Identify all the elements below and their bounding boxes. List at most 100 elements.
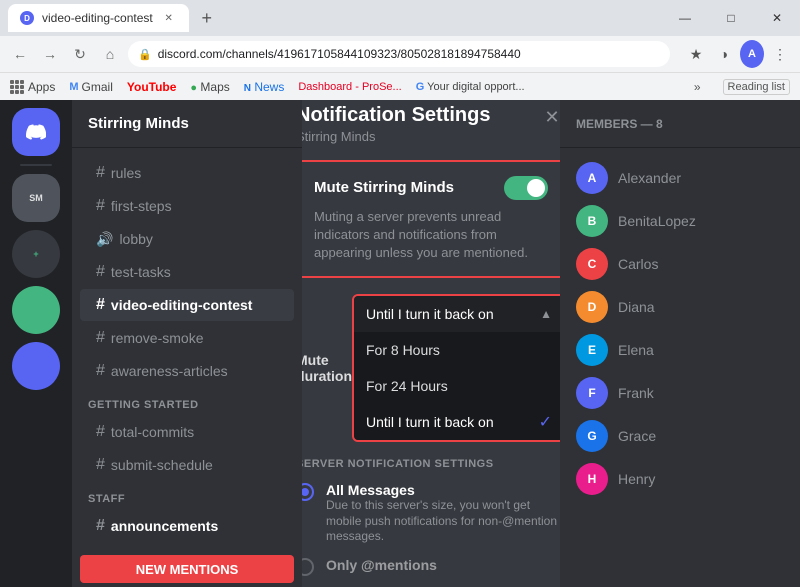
- member-item-6[interactable]: F Frank: [568, 372, 792, 414]
- home-button[interactable]: ⌂: [98, 42, 122, 66]
- bookmark-news[interactable]: N News: [244, 80, 285, 94]
- member-item-7[interactable]: G Grace: [568, 415, 792, 457]
- member-name-4: Diana: [618, 299, 655, 315]
- channel-name-total-commits: total-commits: [111, 424, 194, 440]
- member-name-1: Alexander: [618, 170, 681, 186]
- member-name-6: Frank: [618, 385, 654, 401]
- bookmark-apps[interactable]: Apps: [10, 80, 55, 94]
- category-getting-started: GETTING STARTED: [72, 395, 302, 415]
- window-controls: — □ ✕: [662, 0, 800, 36]
- browser-tab-active[interactable]: D video-editing-contest ✕: [8, 4, 189, 32]
- channel-name-video-editing: video-editing-contest: [111, 297, 253, 313]
- url-text: discord.com/channels/419617105844109323/…: [158, 47, 521, 61]
- address-bar[interactable]: 🔒 discord.com/channels/41961710584410932…: [128, 41, 670, 67]
- channel-name-submit-schedule: submit-schedule: [111, 457, 213, 473]
- bookmark-pinterest[interactable]: Dashboard - ProSe...: [298, 81, 401, 93]
- right-sidebar-header: MEMBERS — 8: [560, 100, 800, 148]
- member-name-3: Carlos: [618, 256, 658, 272]
- bookmark-star-button[interactable]: ★: [684, 42, 708, 66]
- server-icon-2[interactable]: SM: [12, 174, 60, 222]
- mute-toggle[interactable]: [504, 176, 548, 200]
- profile-button[interactable]: A: [740, 42, 764, 66]
- bookmark-google[interactable]: G Your digital opport...: [416, 81, 525, 93]
- channel-item-submit-schedule[interactable]: # submit-schedule: [80, 449, 294, 481]
- bookmarks-more-button[interactable]: »: [694, 80, 701, 94]
- server-icon-active[interactable]: [12, 108, 60, 156]
- channel-name-awareness-articles: awareness-articles: [111, 363, 228, 379]
- member-list: A Alexander B BenitaLopez C Carlos D Dia…: [560, 148, 800, 587]
- channel-hash-icon-10: #: [96, 550, 105, 551]
- server-icon-5[interactable]: [12, 342, 60, 390]
- dropdown-option-forever[interactable]: Until I turn it back on ✓: [354, 404, 560, 440]
- member-name-2: BenitaLopez: [618, 213, 696, 229]
- notification-settings-modal: Notification Settings Stirring Minds ✕ M…: [302, 100, 560, 587]
- tab-close-button[interactable]: ✕: [161, 10, 177, 26]
- channel-item-test-tasks[interactable]: # test-tasks: [80, 256, 294, 288]
- channel-item-rules[interactable]: # rules: [80, 157, 294, 189]
- channel-item-awareness-articles[interactable]: # awareness-articles: [80, 355, 294, 387]
- modal-header: Notification Settings Stirring Minds ✕: [302, 100, 560, 144]
- channel-item-lobby[interactable]: 🔊 lobby: [80, 223, 294, 255]
- channel-item-remove-smoke[interactable]: # remove-smoke: [80, 322, 294, 354]
- member-item-1[interactable]: A Alexander: [568, 157, 792, 199]
- server-icon-4[interactable]: [12, 286, 60, 334]
- member-item-4[interactable]: D Diana: [568, 286, 792, 328]
- maximize-button[interactable]: □: [708, 0, 754, 36]
- channel-item-announcements[interactable]: # announcements: [80, 510, 294, 542]
- channel-item-first-steps[interactable]: # first-steps: [80, 190, 294, 222]
- radio-only-mentions[interactable]: Only @mentions: [302, 557, 560, 576]
- channel-hash-icon-7: #: [96, 423, 105, 441]
- channel-hash-icon-4: #: [96, 296, 105, 314]
- dropdown-option-8h[interactable]: For 8 Hours: [354, 332, 560, 368]
- member-avatar-5: E: [576, 334, 608, 366]
- radio-label-mentions: Only @mentions: [326, 557, 437, 573]
- radio-all-messages[interactable]: All Messages Due to this server's size, …: [302, 482, 560, 545]
- dropdown-selected-value: Until I turn it back on: [366, 306, 494, 322]
- bookmark-youtube[interactable]: YouTube: [127, 80, 177, 94]
- new-mentions-bar[interactable]: NEW MENTIONS: [80, 555, 294, 583]
- bookmark-maps[interactable]: ● Maps: [190, 80, 229, 94]
- member-item-2[interactable]: B BenitaLopez: [568, 200, 792, 242]
- channel-item-learning[interactable]: # learning-knowledge-re...: [80, 543, 294, 551]
- forward-button[interactable]: →: [38, 42, 62, 66]
- dropdown-option-24h[interactable]: For 24 Hours: [354, 368, 560, 404]
- member-name-7: Grace: [618, 428, 656, 444]
- speaker-icon: 🔊: [96, 231, 113, 248]
- new-tab-button[interactable]: +: [193, 4, 221, 32]
- extensions-button[interactable]: ◑: [712, 42, 736, 66]
- apps-grid-icon: [10, 80, 24, 94]
- refresh-button[interactable]: ↻: [68, 42, 92, 66]
- channel-name-remove-smoke: remove-smoke: [111, 330, 204, 346]
- apps-label: Apps: [28, 80, 55, 94]
- tab-favicon: D: [20, 11, 34, 25]
- modal-title-group: Notification Settings Stirring Minds: [302, 104, 490, 144]
- menu-button[interactable]: ⋮: [768, 42, 792, 66]
- channel-hash-icon-8: #: [96, 456, 105, 474]
- main-content: # video-editing-contest 🔗 🔔 📌 👥 🔍 Notifi…: [302, 100, 560, 587]
- server-name-text: Stirring Minds: [88, 115, 189, 132]
- member-item-3[interactable]: C Carlos: [568, 243, 792, 285]
- close-button[interactable]: ✕: [754, 0, 800, 36]
- member-avatar-3: C: [576, 248, 608, 280]
- modal-close-button[interactable]: ✕: [538, 104, 560, 132]
- reading-list-button[interactable]: Reading list: [723, 79, 790, 95]
- mute-duration-dropdown[interactable]: Until I turn it back on ▲ For 8 Hours Fo…: [352, 294, 560, 442]
- minimize-button[interactable]: —: [662, 0, 708, 36]
- radio-text-all: All Messages Due to this server's size, …: [326, 482, 560, 545]
- dropdown-header[interactable]: Until I turn it back on ▲: [354, 296, 560, 332]
- modal-overlay: Notification Settings Stirring Minds ✕ M…: [302, 100, 560, 587]
- channel-item-video-editing[interactable]: # video-editing-contest: [80, 289, 294, 321]
- member-name-5: Elena: [618, 342, 654, 358]
- dropdown-arrow-icon: ▲: [540, 307, 552, 321]
- server-icon-3[interactable]: +: [12, 230, 60, 278]
- channel-name-test-tasks: test-tasks: [111, 264, 171, 280]
- bookmark-gmail[interactable]: M Gmail: [69, 80, 113, 94]
- member-item-5[interactable]: E Elena: [568, 329, 792, 371]
- server-notifications-label: SERVER NOTIFICATION SETTINGS: [302, 458, 560, 470]
- back-button[interactable]: ←: [8, 42, 32, 66]
- browser-titlebar: D video-editing-contest ✕ + — □ ✕: [0, 0, 800, 36]
- server-name-header[interactable]: Stirring Minds: [72, 100, 302, 148]
- channel-item-total-commits[interactable]: # total-commits: [80, 416, 294, 448]
- modal-title: Notification Settings: [302, 104, 490, 127]
- member-item-8[interactable]: H Henry: [568, 458, 792, 500]
